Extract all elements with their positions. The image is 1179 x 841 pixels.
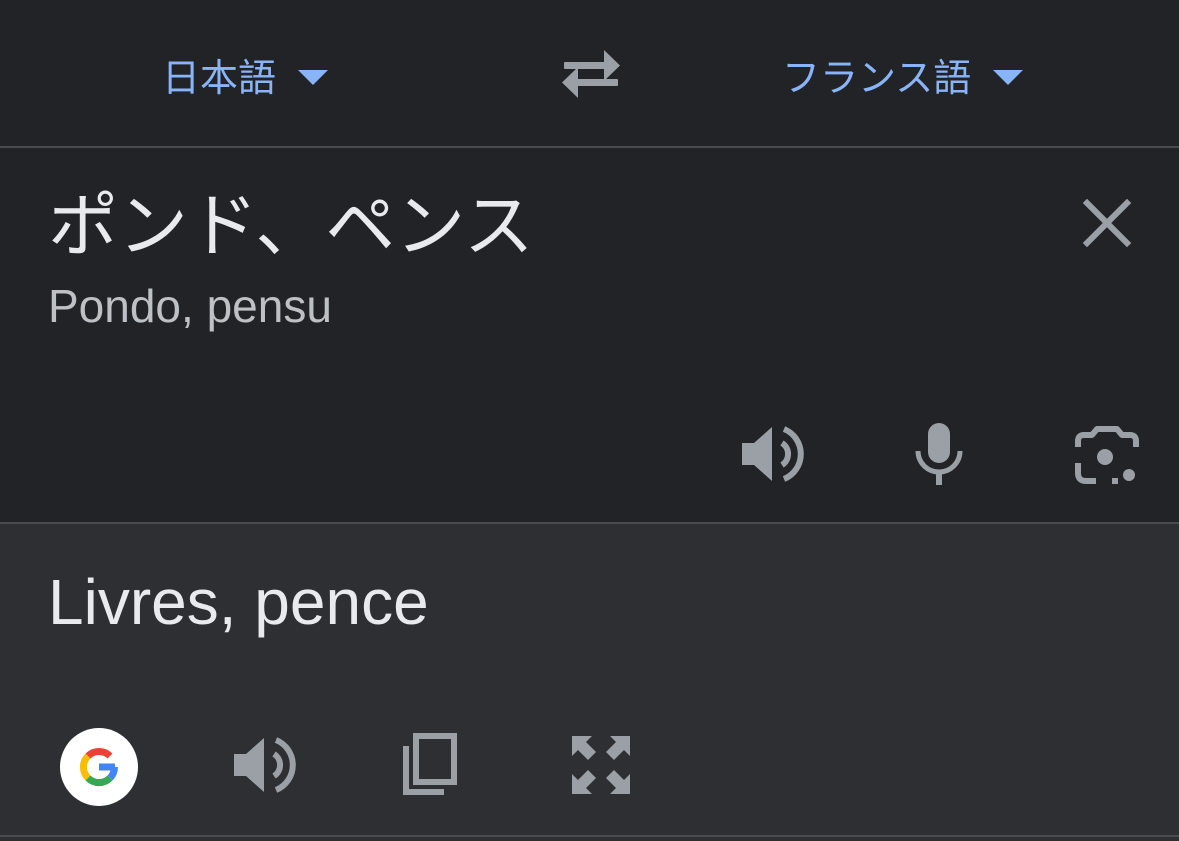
caret-down-icon — [298, 69, 329, 85]
caret-down-icon — [993, 69, 1024, 85]
romanization-text: Pondo, pensu — [48, 280, 332, 332]
speaker-icon[interactable] — [230, 730, 300, 800]
translate-app: 日本語 フランス語 ポンド、ペンス Pondo, pensu Livres, p… — [0, 0, 1179, 841]
copy-icon[interactable] — [396, 730, 466, 800]
target-language-label: フランス語 — [782, 55, 972, 100]
microphone-icon[interactable] — [904, 419, 974, 489]
bottom-strip — [0, 837, 1179, 841]
target-language-button[interactable]: フランス語 — [782, 44, 1024, 104]
google-logo-icon[interactable] — [60, 728, 138, 806]
source-language-label: 日本語 — [162, 55, 277, 100]
source-language-button[interactable]: 日本語 — [162, 44, 329, 104]
swap-arrows-icon[interactable] — [556, 46, 626, 102]
camera-lens-icon[interactable] — [1072, 419, 1142, 489]
result-panel: Livres, pence — [0, 524, 1179, 835]
close-icon[interactable] — [1080, 196, 1134, 250]
fullscreen-icon[interactable] — [566, 730, 636, 800]
source-panel[interactable]: ポンド、ペンス Pondo, pensu — [0, 148, 1179, 522]
google-logo-icon — [79, 747, 119, 787]
speaker-icon[interactable] — [738, 419, 808, 489]
language-bar: 日本語 フランス語 — [0, 0, 1179, 146]
translation-text: Livres, pence — [48, 566, 429, 638]
source-text[interactable]: ポンド、ペンス — [48, 186, 534, 266]
